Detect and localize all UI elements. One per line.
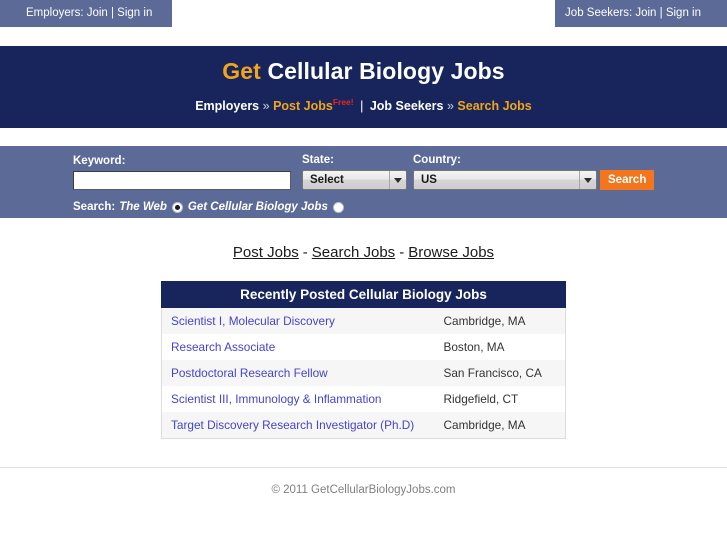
recent-jobs-table: Scientist I, Molecular Discovery Cambrid… bbox=[161, 308, 566, 439]
state-select[interactable]: Select bbox=[302, 170, 407, 190]
banner-sublinks: Employers » Post JobsFree! | Job Seekers… bbox=[0, 94, 727, 114]
chevron-down-icon bbox=[584, 177, 592, 183]
banner-search-jobs-link[interactable]: Search Jobs bbox=[457, 99, 531, 113]
job-title-cell[interactable]: Scientist III, Immunology & Inflammation bbox=[162, 386, 438, 412]
job-location-cell: Cambridge, MA bbox=[443, 314, 526, 328]
search-panel: Keyword: State: Select Country: US Searc… bbox=[0, 146, 727, 218]
job-location-cell: San Francisco, CA bbox=[443, 366, 542, 380]
table-row[interactable]: Scientist III, Immunology & Inflammation… bbox=[161, 386, 566, 412]
chevron-right-icon-2: » bbox=[446, 99, 454, 114]
job-title-link[interactable]: Scientist III, Immunology & Inflammation bbox=[171, 392, 381, 406]
banner-post-jobs-link[interactable]: Post Jobs bbox=[273, 99, 333, 113]
recent-jobs-section: Recently Posted Cellular Biology Jobs Sc… bbox=[161, 281, 566, 439]
site-title-rest: Cellular Biology Jobs bbox=[260, 58, 505, 84]
country-select-wrapper[interactable]: US bbox=[413, 170, 597, 190]
recent-jobs-table-body: Scientist I, Molecular Discovery Cambrid… bbox=[161, 308, 566, 439]
keyword-input[interactable] bbox=[73, 171, 291, 190]
job-title-cell[interactable]: Target Discovery Research Investigator (… bbox=[162, 412, 438, 439]
search-form-row: Keyword: State: Select Country: US Searc… bbox=[0, 154, 727, 190]
search-scope-label: Search: bbox=[73, 201, 116, 213]
site-title: Get Cellular Biology Jobs bbox=[0, 56, 727, 86]
job-title-cell[interactable]: Postdoctoral Research Fellow bbox=[162, 360, 438, 386]
job-title-link[interactable]: Research Associate bbox=[171, 340, 275, 354]
nav-separator-2: - bbox=[399, 244, 405, 261]
nav-separator-1: - bbox=[302, 244, 308, 261]
search-button[interactable]: Search bbox=[600, 170, 655, 190]
state-label: State: bbox=[302, 154, 334, 166]
job-title-link[interactable]: Target Discovery Research Investigator (… bbox=[171, 418, 414, 432]
footer-copyright: © 2011 GetCellularBiologyJobs.com bbox=[271, 484, 456, 496]
keyword-label: Keyword: bbox=[73, 155, 126, 167]
state-select-value: Select bbox=[310, 174, 344, 186]
country-label: Country: bbox=[413, 154, 461, 166]
table-row[interactable]: Scientist I, Molecular Discovery Cambrid… bbox=[161, 308, 566, 334]
job-title-link[interactable]: Scientist I, Molecular Discovery bbox=[171, 314, 335, 328]
jobseekers-account-bar[interactable]: Job Seekers: Join | Sign in bbox=[555, 0, 727, 27]
nav-browse-jobs[interactable]: Browse Jobs bbox=[408, 244, 494, 261]
top-utility-bar: Employers: Join | Sign in Job Seekers: J… bbox=[0, 0, 727, 27]
site-title-accent: Get bbox=[222, 58, 261, 84]
recent-jobs-heading: Recently Posted Cellular Biology Jobs bbox=[161, 281, 566, 308]
country-select-arrow[interactable] bbox=[579, 171, 596, 189]
job-title-link[interactable]: Postdoctoral Research Fellow bbox=[171, 366, 328, 380]
nav-post-jobs[interactable]: Post Jobs bbox=[233, 244, 299, 261]
state-field-group: State: Select bbox=[302, 154, 407, 190]
table-row[interactable]: Target Discovery Research Investigator (… bbox=[161, 412, 566, 439]
country-select-value: US bbox=[421, 174, 437, 186]
search-scope-row: Search: The Web Get Cellular Biology Job… bbox=[0, 200, 727, 214]
country-field-group: Country: US bbox=[413, 154, 597, 190]
job-title-cell[interactable]: Scientist I, Molecular Discovery bbox=[162, 308, 438, 334]
mid-nav-links: Post Jobs - Search Jobs - Browse Jobs bbox=[0, 243, 727, 263]
banner-jobseekers-label: Job Seekers bbox=[369, 99, 444, 114]
keyword-field-group: Keyword: bbox=[73, 155, 291, 190]
state-select-arrow[interactable] bbox=[389, 171, 406, 189]
jobseekers-account-links[interactable]: Job Seekers: Join | Sign in bbox=[565, 0, 701, 27]
radio-the-web[interactable] bbox=[171, 201, 183, 213]
chevron-down-icon bbox=[394, 177, 402, 183]
radio-web-label: The Web bbox=[119, 201, 167, 213]
chevron-right-icon-1: » bbox=[262, 99, 270, 114]
banner-employers-label: Employers bbox=[195, 99, 260, 114]
job-title-cell[interactable]: Research Associate bbox=[162, 334, 438, 360]
country-select[interactable]: US bbox=[413, 170, 597, 190]
radio-this-site[interactable] bbox=[332, 201, 344, 213]
footer-divider bbox=[0, 467, 727, 468]
nav-search-jobs[interactable]: Search Jobs bbox=[312, 244, 395, 261]
employers-account-links[interactable]: Employers: Join | Sign in bbox=[26, 7, 152, 19]
table-row[interactable]: Research Associate Boston, MA bbox=[161, 334, 566, 360]
job-location-cell: Ridgefield, CT bbox=[443, 392, 519, 406]
employers-account-bar[interactable]: Employers: Join | Sign in bbox=[0, 0, 172, 27]
radio-site-label: Get Cellular Biology Jobs bbox=[187, 201, 328, 213]
banner-separator: | bbox=[360, 99, 364, 114]
job-location-cell: Boston, MA bbox=[443, 340, 505, 354]
site-banner: Get Cellular Biology Jobs Employers » Po… bbox=[0, 46, 727, 128]
state-select-wrapper[interactable]: Select bbox=[302, 170, 407, 190]
free-badge: Free! bbox=[332, 97, 354, 107]
table-row[interactable]: Postdoctoral Research Fellow San Francis… bbox=[161, 360, 566, 386]
job-location-cell: Cambridge, MA bbox=[443, 418, 526, 432]
